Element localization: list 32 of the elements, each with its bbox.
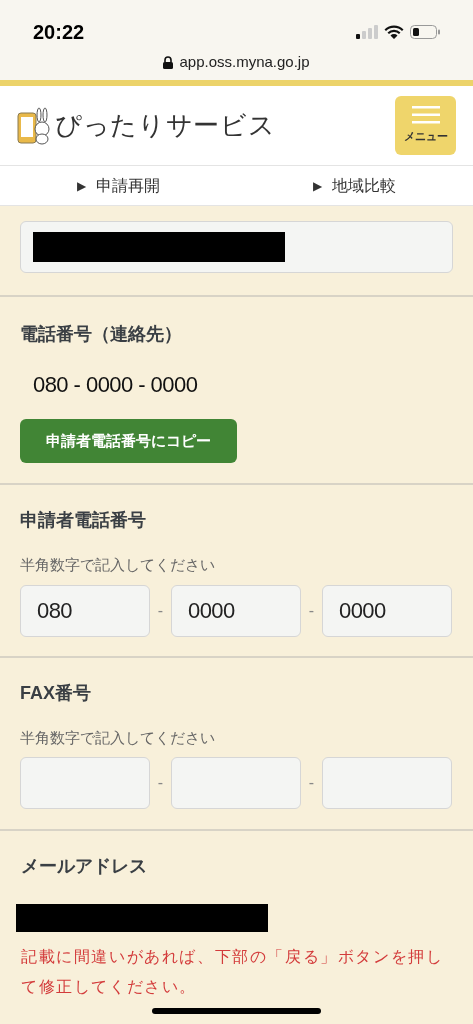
phone-input[interactable] — [20, 757, 150, 809]
phone-value: 080 - 0000 - 0000 — [33, 371, 199, 399]
separator: - — [156, 773, 165, 793]
phone-input[interactable] — [171, 757, 301, 809]
phone-input[interactable]: 0000 — [171, 584, 301, 637]
hint-text: 半角数字で記入してください — [20, 727, 216, 748]
status-time: 20:22 — [33, 20, 85, 45]
nav-link[interactable]: ▶ 申請再開 — [0, 173, 237, 198]
separator: - — [156, 600, 165, 621]
copy-button[interactable]: 申請者電話番号にコピー — [20, 419, 237, 463]
nav-link[interactable]: ▶ 地域比較 — [236, 173, 473, 198]
phone-input[interactable]: 080 — [20, 584, 150, 637]
site-title: ぴったりサービス — [55, 109, 276, 142]
separator: - — [307, 600, 316, 621]
warning-text: 記載に間違いがあれば、下部の「戻る」ボタンを押して修正してください。 — [21, 947, 445, 997]
wifi-icon — [384, 25, 404, 39]
separator: - — [307, 773, 316, 793]
phone-input[interactable] — [322, 757, 452, 809]
logo-icon — [17, 106, 51, 145]
menu-button[interactable]: メニュー — [395, 96, 456, 155]
section-title: 申請者電話番号 — [20, 509, 147, 532]
lock-icon — [163, 55, 174, 69]
hint-text: 半角数字で記入してください — [20, 555, 216, 575]
menu-icon — [411, 106, 440, 125]
section-title: メールアドレス — [20, 855, 148, 878]
phone-input[interactable]: 0000 — [322, 584, 452, 637]
text-field[interactable] — [20, 221, 453, 273]
battery-icon — [410, 25, 440, 39]
section-title: 電話番号（連絡先） — [20, 323, 183, 346]
url-text: app.oss.myna.go.jp — [179, 51, 310, 72]
section-title: FAX番号 — [20, 681, 92, 705]
signal-icon — [356, 25, 378, 39]
